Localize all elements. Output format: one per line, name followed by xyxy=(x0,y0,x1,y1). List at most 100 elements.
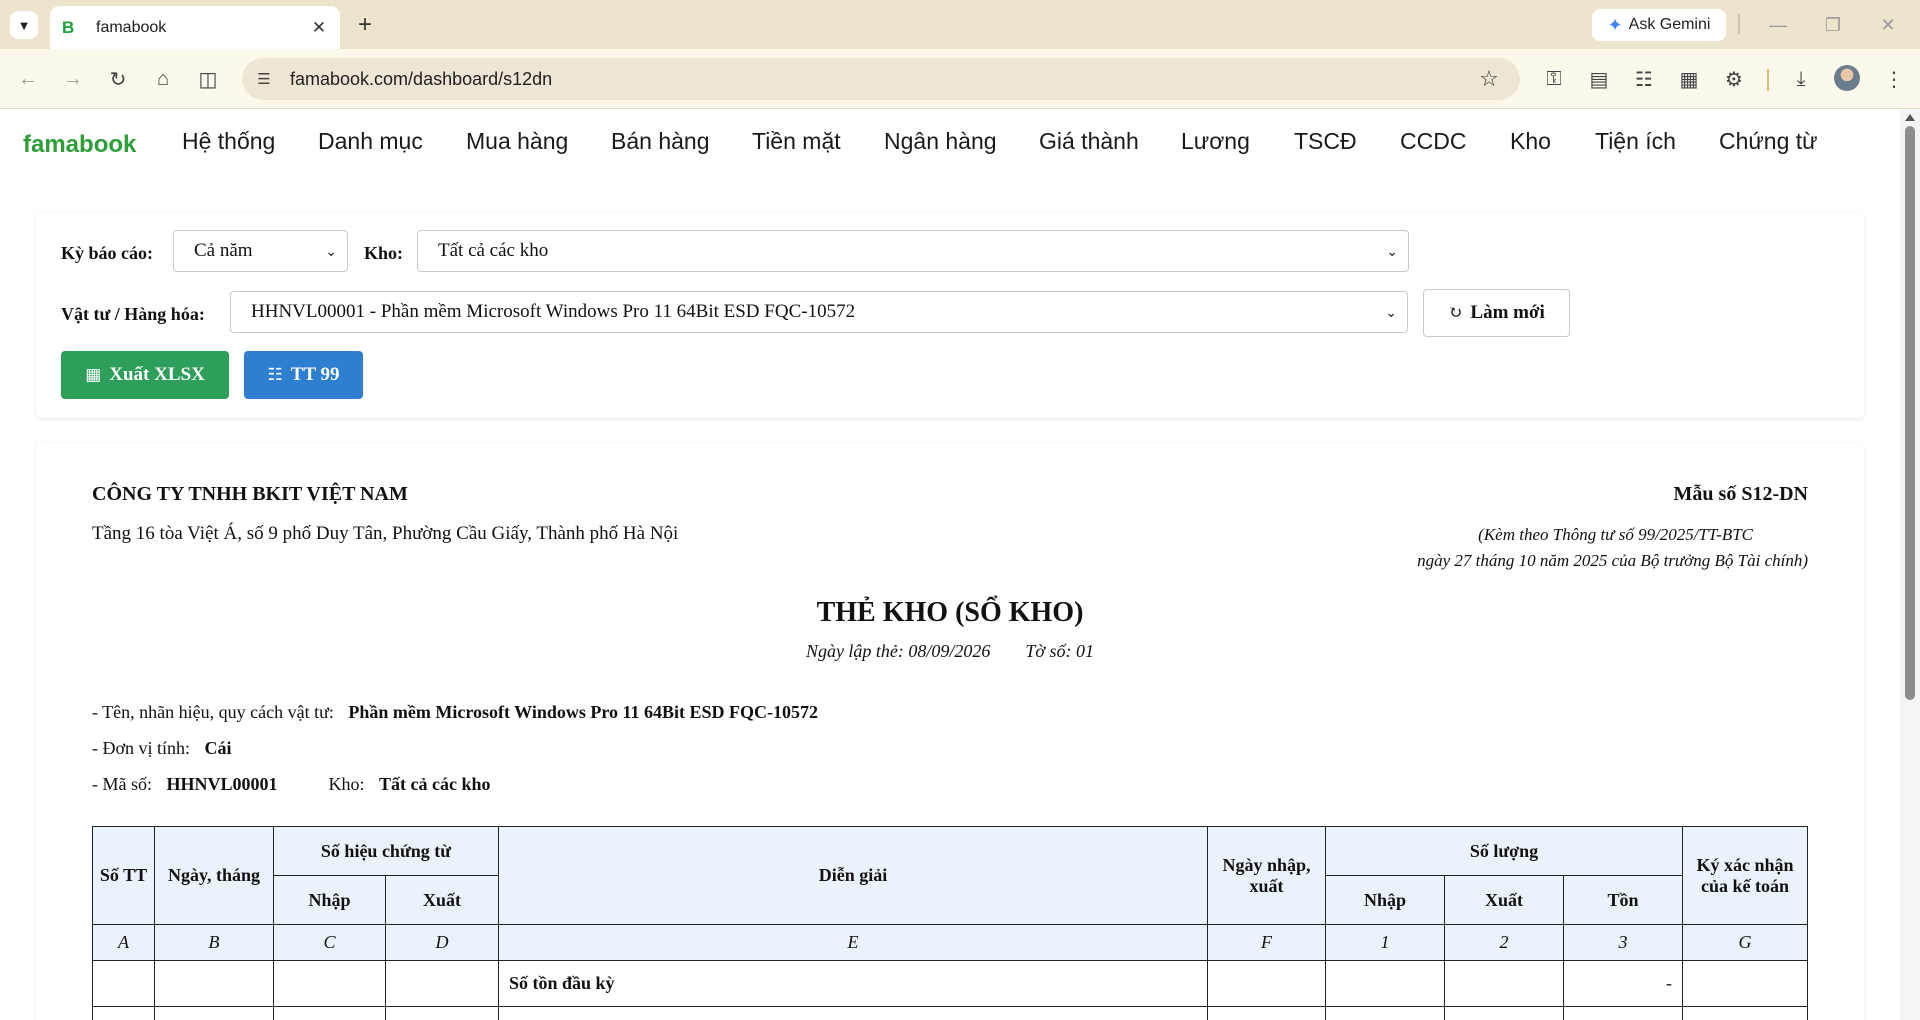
nav-item-mua-hang[interactable]: Mua hàng xyxy=(466,128,568,155)
column-code: 3 xyxy=(1563,924,1683,961)
table-cell xyxy=(1207,960,1326,1007)
column-code: E xyxy=(498,924,1208,961)
item-select[interactable]: HHNVL00001 - Phần mềm Microsoft Windows … xyxy=(230,291,1408,333)
restore-button[interactable]: ❐ xyxy=(1815,10,1851,40)
tt99-label: TT 99 xyxy=(290,364,340,385)
code-value: HHNVL00001 xyxy=(166,774,278,794)
ask-gemini-label: Ask Gemini xyxy=(1628,16,1711,33)
chevron-down-icon: ⌄ xyxy=(325,245,337,260)
reading-mode-icon[interactable]: ☷ xyxy=(1630,65,1658,93)
nav-item-tscd[interactable]: TSCĐ xyxy=(1294,128,1357,155)
period-select-value: Cả năm xyxy=(194,240,253,261)
url-text[interactable]: famabook.com/dashboard/s12dn xyxy=(290,69,1476,90)
page-viewport: famabook Hệ thống Danh mục Mua hàng Bán … xyxy=(0,110,1900,1020)
star-icon[interactable]: ☆ xyxy=(1476,66,1502,92)
key-icon[interactable]: ⚿ xyxy=(1540,65,1568,93)
book-icon: ☷ xyxy=(267,365,283,384)
table-cell xyxy=(273,960,386,1007)
code-line: - Mã số: HHNVL00001 Kho: Tất cả các kho xyxy=(92,774,491,795)
nav-item-chung-tu[interactable]: Chứng từ xyxy=(1719,128,1818,155)
incognito-icon[interactable]: ⚙ xyxy=(1720,65,1748,93)
column-code: A xyxy=(92,924,155,961)
table-row: Số tồn đầu kỳ - xyxy=(92,960,1808,1007)
card-icon[interactable]: ▤ xyxy=(1585,65,1613,93)
tab-search-button[interactable]: ▼ xyxy=(10,11,38,39)
table-cell xyxy=(1325,1006,1445,1020)
stock-ledger-table: Số TT Ngày, tháng Số hiệu chứng từ Diễn … xyxy=(92,826,1808,1020)
table-cell xyxy=(154,1006,274,1020)
address-bar[interactable]: ☰ famabook.com/dashboard/s12dn ☆ xyxy=(242,58,1520,100)
header-accountant-sign: Ký xác nhận của kế toán xyxy=(1682,826,1808,925)
nav-item-ngan-hang[interactable]: Ngân hàng xyxy=(884,128,997,155)
company-address: Tầng 16 tòa Việt Á, số 9 phố Duy Tân, Ph… xyxy=(92,523,679,544)
nav-item-gia-thanh[interactable]: Giá thành xyxy=(1039,128,1139,155)
nav-item-ban-hang[interactable]: Bán hàng xyxy=(611,128,709,155)
home-icon[interactable]: ⌂ xyxy=(149,65,177,93)
new-tab-button[interactable]: + xyxy=(352,11,378,38)
nav-item-luong[interactable]: Lương xyxy=(1181,128,1250,155)
warehouse-select[interactable]: Tất cả các kho ⌄ xyxy=(417,230,1409,272)
table-row xyxy=(92,1006,1808,1020)
table-cell xyxy=(1444,1006,1564,1020)
scroll-up-arrow-icon[interactable] xyxy=(1905,114,1915,121)
table-cell xyxy=(498,1006,1208,1020)
app-nav-bar: famabook Hệ thống Danh mục Mua hàng Bán … xyxy=(0,110,1900,176)
download-icon[interactable]: ⤓ xyxy=(1787,65,1815,93)
header-quantity-balance: Tồn xyxy=(1563,875,1683,925)
browser-tab-active[interactable]: B famabook ✕ xyxy=(50,6,340,49)
export-xlsx-label: Xuất XLSX xyxy=(109,364,205,385)
item-label: Vật tư / Hàng hóa: xyxy=(61,304,205,324)
chevron-down-icon: ⌄ xyxy=(1386,245,1398,260)
warehouse-label: Kho: xyxy=(364,243,404,263)
nav-item-tien-mat[interactable]: Tiền mặt xyxy=(752,128,841,155)
page-scrollbar[interactable] xyxy=(1900,110,1920,1020)
minimize-button[interactable]: — xyxy=(1760,10,1796,40)
nav-item-he-thong[interactable]: Hệ thống xyxy=(182,128,275,155)
header-quantity: Số lượng xyxy=(1325,826,1683,876)
export-xlsx-button[interactable]: ▦ Xuất XLSX xyxy=(61,351,229,399)
column-code-row: A B C D E F 1 2 3 G xyxy=(92,924,1808,961)
browser-tab-bar: ▼ B famabook ✕ + ✦ Ask Gemini — ❐ ✕ xyxy=(0,0,1920,49)
close-window-button[interactable]: ✕ xyxy=(1870,10,1906,40)
warehouse-info-value: Tất cả các kho xyxy=(379,774,491,794)
brand-logo[interactable]: famabook xyxy=(23,131,136,159)
ask-gemini-button[interactable]: ✦ Ask Gemini xyxy=(1592,9,1726,41)
scrollbar-thumb[interactable] xyxy=(1905,126,1915,700)
tt99-button[interactable]: ☷ TT 99 xyxy=(244,351,363,399)
header-io-date: Ngày nhập, xuất xyxy=(1207,826,1326,925)
opening-balance-value: - xyxy=(1563,960,1683,1007)
chevron-down-icon: ▼ xyxy=(17,17,31,33)
refresh-button[interactable]: ↻ Làm mới xyxy=(1423,289,1570,337)
site-info-icon[interactable]: ☰ xyxy=(254,69,274,89)
nav-item-danh-muc[interactable]: Danh mục xyxy=(318,128,423,155)
table-icon[interactable]: ▦ xyxy=(1675,65,1703,93)
period-select[interactable]: Cả năm ⌄ xyxy=(173,230,348,272)
gemini-spark-icon: ✦ xyxy=(1607,14,1623,35)
close-icon[interactable]: ✕ xyxy=(310,18,328,37)
company-name: CÔNG TY TNHH BKIT VIỆT NAM xyxy=(92,483,408,505)
nav-item-ccdc[interactable]: CCDC xyxy=(1400,128,1466,155)
divider xyxy=(1767,69,1769,91)
table-cell xyxy=(385,960,499,1007)
excel-file-icon: ▦ xyxy=(85,365,102,384)
reload-icon[interactable]: ↻ xyxy=(104,65,132,93)
unit-value: Cái xyxy=(204,738,232,758)
split-view-icon[interactable]: ◫ xyxy=(194,65,222,93)
warehouse-info-label: Kho: xyxy=(328,774,365,794)
more-menu-icon[interactable]: ⋮ xyxy=(1880,65,1908,93)
nav-item-tien-ich[interactable]: Tiện ích xyxy=(1595,128,1676,155)
item-name-label: - Tên, nhãn hiệu, quy cách vật tư: xyxy=(92,702,334,722)
column-code: 2 xyxy=(1444,924,1564,961)
arrow-right-icon[interactable]: → xyxy=(59,65,87,93)
refresh-icon: ↻ xyxy=(1448,303,1463,322)
arrow-left-icon[interactable]: ← xyxy=(14,65,42,93)
column-code: D xyxy=(385,924,499,961)
nav-item-kho[interactable]: Kho xyxy=(1510,128,1551,155)
avatar[interactable] xyxy=(1834,65,1860,91)
item-name-value: Phần mềm Microsoft Windows Pro 11 64Bit … xyxy=(348,702,819,722)
period-label: Kỳ báo cáo: xyxy=(61,243,153,263)
favicon-icon: B xyxy=(62,17,75,37)
header-description: Diễn giải xyxy=(498,826,1208,925)
header-document-in: Nhập xyxy=(273,875,386,925)
browser-toolbar: ← → ↻ ⌂ ◫ ☰ famabook.com/dashboard/s12dn… xyxy=(0,49,1920,109)
